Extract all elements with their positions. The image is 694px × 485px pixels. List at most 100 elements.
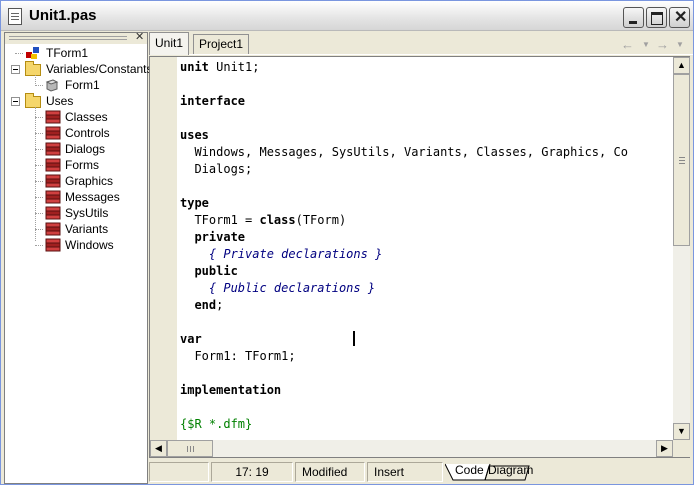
editor-window: Unit1.pas ✕ ✕ TForm1 Variables/Constants… bbox=[0, 0, 694, 485]
code-line: interface bbox=[180, 93, 245, 110]
minimize-button[interactable] bbox=[623, 7, 644, 28]
structure-pane-header: ✕ bbox=[5, 30, 147, 44]
unit-icon bbox=[45, 174, 61, 188]
unit-icon bbox=[45, 222, 61, 236]
editor-tabs: Unit1 Project1 ← ▼ → ▼ bbox=[149, 32, 693, 55]
scroll-right-button[interactable]: ▶ bbox=[656, 440, 673, 457]
tree-item-unit[interactable]: Controls bbox=[5, 125, 147, 141]
close-icon: ✕ bbox=[674, 9, 688, 26]
tree-item-unit[interactable]: Dialogs bbox=[5, 141, 147, 157]
code-line: private bbox=[180, 229, 245, 246]
tree-label: Controls bbox=[65, 126, 110, 140]
modified-indicator: Modified bbox=[295, 462, 365, 482]
tree-label: Variants bbox=[65, 222, 109, 236]
tree-item-uses[interactable]: Uses bbox=[5, 93, 147, 109]
code-line: Form1: TForm1; bbox=[180, 348, 296, 365]
tree-item-tform1[interactable]: TForm1 bbox=[5, 45, 147, 61]
code-text: Form1: TForm1; bbox=[180, 349, 296, 363]
tree-label: Dialogs bbox=[65, 142, 106, 156]
unit-icon bbox=[45, 238, 61, 252]
vertical-scrollbar[interactable]: ▲ ▼ bbox=[673, 57, 690, 440]
code-text-area[interactable]: unit Unit1; interface uses Windows, Messag… bbox=[180, 57, 673, 440]
scroll-left-button[interactable]: ◀ bbox=[150, 440, 167, 457]
code-line: { Public declarations } bbox=[180, 280, 375, 297]
tree-item-unit[interactable]: Messages bbox=[5, 189, 147, 205]
forward-arrow-icon[interactable]: → bbox=[656, 37, 669, 52]
tree-item-form1[interactable]: Form1 bbox=[5, 77, 147, 93]
editor-gutter[interactable] bbox=[150, 57, 177, 457]
code-line: end; bbox=[180, 297, 223, 314]
code-line: uses bbox=[180, 127, 209, 144]
code-line: public bbox=[180, 263, 238, 280]
collapse-icon[interactable] bbox=[11, 65, 20, 74]
tree-item-unit[interactable]: Forms bbox=[5, 157, 147, 173]
code-keyword: public bbox=[194, 264, 238, 278]
horizontal-scrollbar[interactable]: ◀ ▶ bbox=[150, 440, 673, 457]
tree-item-unit[interactable]: Graphics bbox=[5, 173, 147, 189]
scrollbar-corner bbox=[673, 440, 690, 457]
tree-label: Variables/Constants bbox=[46, 62, 153, 76]
tree-item-unit[interactable]: Windows bbox=[5, 237, 147, 253]
forward-dropdown-icon[interactable]: ▼ bbox=[676, 40, 684, 49]
tree-label: TForm1 bbox=[46, 46, 88, 60]
back-arrow-icon[interactable]: ← bbox=[621, 37, 634, 52]
code-editor[interactable]: unit Unit1; interface uses Windows, Messag… bbox=[149, 56, 690, 458]
code-keyword: implementation bbox=[180, 383, 282, 397]
maximize-button[interactable] bbox=[646, 7, 667, 28]
tab-diagram[interactable]: Diagram bbox=[488, 463, 533, 479]
code-line: unit Unit1; bbox=[180, 59, 259, 76]
code-directive: {$R *.dfm} bbox=[180, 417, 253, 431]
tree-item-unit[interactable]: Classes bbox=[5, 109, 147, 125]
tree-item-variables[interactable]: Variables/Constants bbox=[5, 61, 153, 77]
code-text: Unit1; bbox=[208, 60, 260, 74]
tree-label: Form1 bbox=[65, 78, 100, 92]
vertical-scroll-thumb[interactable] bbox=[673, 74, 690, 246]
tab-code[interactable]: Code bbox=[455, 463, 484, 479]
unit-icon bbox=[45, 206, 61, 220]
code-keyword: uses bbox=[180, 128, 209, 142]
code-line: {$R *.dfm} bbox=[180, 416, 252, 433]
tree-label: SysUtils bbox=[65, 206, 109, 220]
code-keyword: private bbox=[194, 230, 246, 244]
scroll-up-button[interactable]: ▲ bbox=[673, 57, 690, 74]
window-title: Unit1.pas bbox=[29, 7, 97, 24]
tree-label: Forms bbox=[65, 158, 99, 172]
close-button[interactable]: ✕ bbox=[669, 7, 690, 28]
title-bar[interactable]: Unit1.pas ✕ bbox=[1, 1, 693, 31]
code-keyword: class bbox=[259, 213, 296, 227]
tab-unit1[interactable]: Unit1 bbox=[149, 32, 190, 55]
code-text: ; bbox=[216, 298, 224, 312]
status-panel-empty bbox=[149, 462, 209, 482]
unit-icon bbox=[45, 158, 61, 172]
back-dropdown-icon[interactable]: ▼ bbox=[642, 40, 650, 49]
status-bar: 17: 19 Modified Insert Code Diagram bbox=[149, 460, 692, 484]
code-keyword: var bbox=[180, 332, 202, 346]
code-comment: { Public declarations } bbox=[208, 281, 376, 295]
code-line: { Private declarations } bbox=[180, 246, 382, 263]
tree-item-unit[interactable]: SysUtils bbox=[5, 205, 147, 221]
tree-label: Messages bbox=[65, 190, 120, 204]
cursor-position: 17: 19 bbox=[211, 462, 293, 482]
horizontal-scroll-thumb[interactable] bbox=[167, 440, 213, 457]
folder-icon bbox=[25, 61, 41, 76]
code-keyword: unit bbox=[180, 60, 209, 74]
pane-close-icon[interactable]: ✕ bbox=[135, 30, 144, 43]
code-line: type bbox=[180, 195, 209, 212]
scroll-down-button[interactable]: ▼ bbox=[673, 423, 690, 440]
tree-label: Windows bbox=[65, 238, 114, 252]
text-caret bbox=[353, 331, 355, 346]
code-keyword: type bbox=[180, 196, 209, 210]
tree-item-unit[interactable]: Variants bbox=[5, 221, 147, 237]
collapse-icon[interactable] bbox=[11, 97, 20, 106]
tab-project1[interactable]: Project1 bbox=[193, 34, 250, 54]
code-line: TForm1 = class(TForm) bbox=[180, 212, 346, 229]
code-line: Dialogs; bbox=[180, 161, 252, 178]
code-text: TForm1 = bbox=[180, 213, 260, 227]
code-keyword: interface bbox=[180, 94, 246, 108]
tree-label: Uses bbox=[46, 94, 74, 108]
code-line: var bbox=[180, 331, 202, 348]
